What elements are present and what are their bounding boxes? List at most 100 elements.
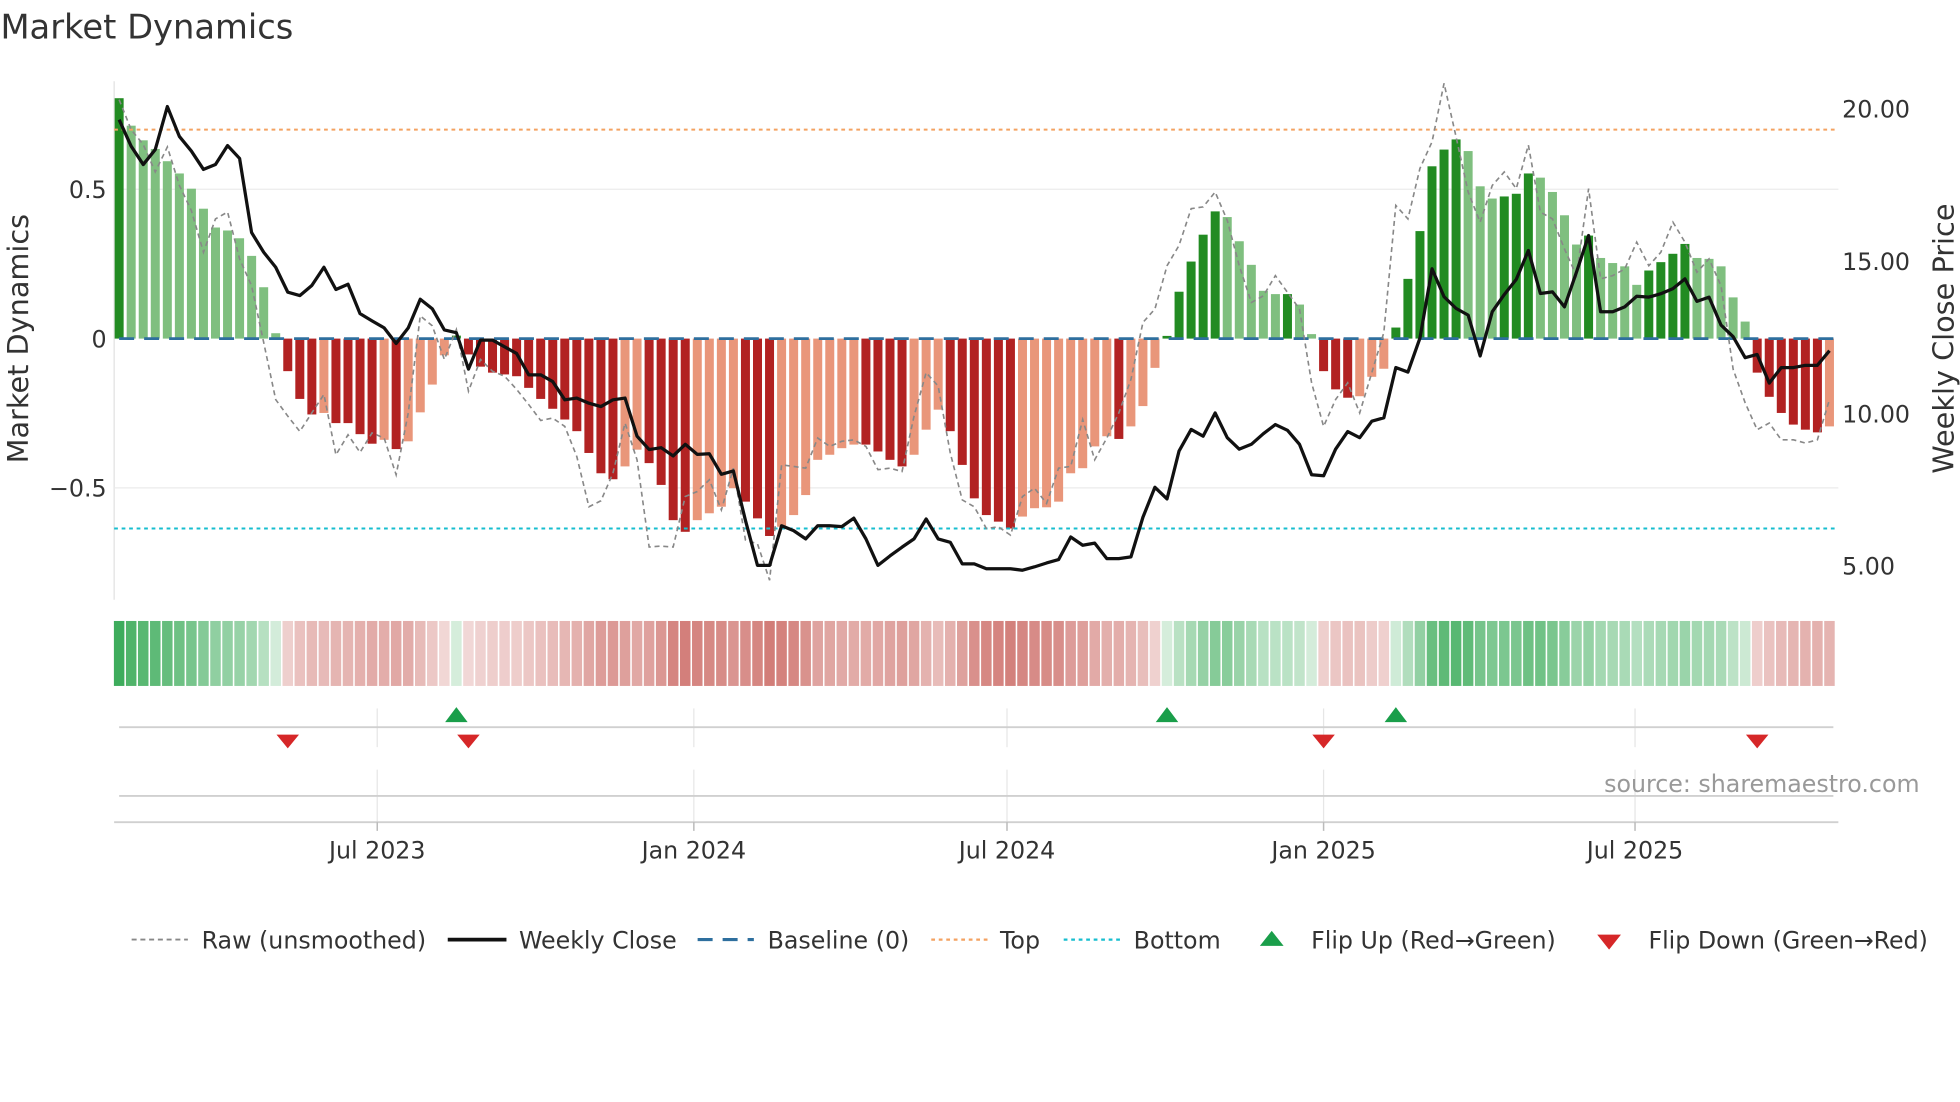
dynamics-bar [174, 173, 184, 339]
strip-cell [1414, 620, 1426, 686]
strip-cell [595, 620, 607, 686]
dynamics-bar [114, 98, 124, 339]
y2-tick-label: 10.00 [1842, 400, 1910, 428]
strip-cell [1703, 620, 1715, 686]
x-tick-label: Jan 2025 [1269, 836, 1375, 864]
y-tick-label: 0 [92, 325, 107, 353]
dynamics-bar [1174, 291, 1184, 339]
strip-cell [318, 620, 330, 686]
strip-cell [1667, 620, 1679, 686]
dynamics-bar [355, 338, 365, 435]
strip-cell [1499, 620, 1510, 686]
strip-cell [1619, 620, 1630, 686]
x-tick-label: Jan 2024 [640, 836, 746, 864]
dynamics-bar [1355, 338, 1365, 397]
legend-label: Bottom [1134, 926, 1221, 954]
dynamics-bar [150, 148, 160, 339]
strip-cell [944, 620, 956, 686]
strip-cell [1571, 620, 1582, 686]
legend-item-close: Weekly Close [447, 926, 677, 954]
strip-cell [270, 620, 281, 686]
dynamics-bar [1331, 338, 1341, 390]
strip-cell [1113, 620, 1125, 686]
regime-strip [113, 620, 1835, 686]
flip-up-marker [445, 707, 468, 723]
strip-cell [1583, 620, 1594, 686]
strip-cell [1065, 620, 1076, 686]
strip-cell [342, 620, 354, 686]
legend-label: Baseline (0) [768, 926, 910, 954]
strip-cell [1739, 620, 1751, 686]
dynamics-bar [307, 338, 317, 415]
strip-cell [366, 620, 378, 686]
legend-label: Flip Up (Red→Green) [1311, 926, 1556, 954]
dynamics-bar [1319, 338, 1329, 372]
strip-cell [1209, 620, 1221, 686]
strip-cell [294, 620, 306, 686]
dynamics-bar [1439, 149, 1449, 339]
y-tick-label: 0.5 [69, 176, 107, 204]
strip-cell [1535, 620, 1546, 686]
strip-cell [1378, 620, 1390, 686]
strip-cell [306, 620, 318, 686]
dynamics-bar [957, 338, 967, 465]
dynamics-bar [837, 338, 847, 449]
dynamics-bar [1282, 294, 1292, 339]
strip-cell [896, 620, 908, 686]
dynamics-bar [331, 338, 341, 424]
strip-cell [150, 620, 161, 686]
legend-item-raw: Raw (unsmoothed) [131, 926, 426, 954]
dynamics-bar [1740, 321, 1750, 339]
strip-cell [475, 620, 486, 686]
dynamics-bar [1559, 215, 1569, 339]
legend-label: Top [999, 926, 1040, 954]
strip-cell [607, 620, 619, 686]
dynamics-bar [1764, 338, 1774, 397]
dynamics-bar [367, 338, 377, 444]
legend-item-flip-down: Flip Down (Green→Red) [1597, 926, 1928, 954]
flip-down-icon [1597, 934, 1621, 950]
y-tick-label: −0.5 [49, 475, 107, 503]
strip-cell [1631, 620, 1642, 686]
dynamics-bar [909, 338, 919, 455]
dynamics-bar [608, 338, 618, 480]
strip-cell [932, 620, 944, 686]
strip-cell [1161, 620, 1173, 686]
strip-cell [1691, 620, 1703, 686]
strip-cell [1173, 620, 1185, 686]
dynamics-bar [1210, 211, 1220, 339]
dynamics-bar [945, 338, 955, 432]
dynamics-bar [1150, 338, 1160, 368]
legend-item-flip-up: Flip Up (Red→Green) [1259, 926, 1556, 954]
strip-cell [246, 620, 257, 686]
dynamics-bar [765, 338, 775, 536]
strip-cell [704, 620, 715, 686]
strip-cell [788, 620, 799, 686]
dynamics-bar [825, 338, 835, 455]
strip-cell [1137, 620, 1149, 686]
dynamics-bar [198, 208, 208, 339]
strip-cell [800, 620, 811, 686]
strip-cell [716, 620, 727, 686]
strip-cell [547, 620, 558, 686]
legend-label: Raw (unsmoothed) [202, 926, 426, 954]
strip-cell [1270, 620, 1281, 686]
dynamics-bar [210, 227, 220, 339]
dynamics-bar [1680, 243, 1690, 339]
strip-cell [740, 620, 751, 686]
dynamics-bar [379, 338, 389, 440]
strip-cell [1776, 620, 1787, 686]
strip-cell [1462, 620, 1474, 686]
dynamics-bar [753, 338, 762, 519]
dynamics-bar [716, 338, 726, 507]
dynamics-bar [861, 338, 871, 445]
strip-cell [969, 620, 980, 686]
strip-cell [1547, 620, 1558, 686]
dynamics-bar [969, 338, 979, 499]
market-dynamics-chart: Market Dynamics 0.5 0 −0.5 20.00 15.00 10.00… [0, 8, 1960, 955]
flip-up-marker [1384, 707, 1408, 723]
strip-cell [571, 620, 583, 686]
strip-cell [162, 620, 173, 686]
dynamics-bar [1017, 338, 1027, 517]
dynamics-bar [536, 338, 546, 399]
